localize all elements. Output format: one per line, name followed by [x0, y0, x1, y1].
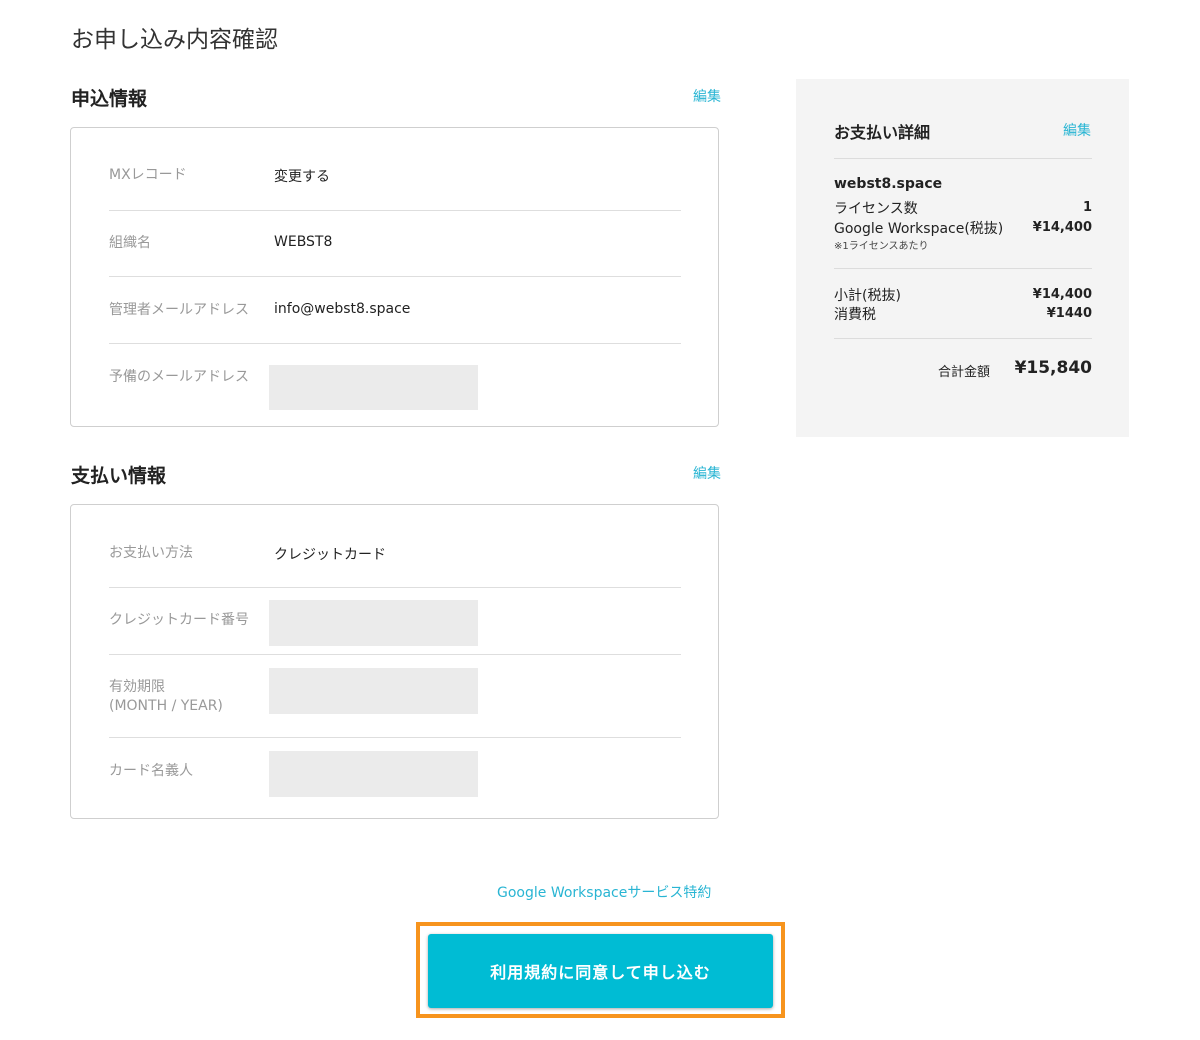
info-label: 管理者メールアドレス — [109, 302, 249, 318]
payment-detail-title: お支払い詳細 — [834, 123, 931, 142]
license-count-value: 1 — [1082, 200, 1092, 215]
cardholder-masked-value — [269, 751, 478, 797]
payment-label: クレジットカード番号 — [109, 612, 249, 628]
application-info-edit-link[interactable]: 編集 — [693, 86, 721, 106]
divider — [109, 587, 681, 588]
divider — [834, 268, 1092, 269]
submit-highlight-frame: 利用規約に同意して申し込む — [416, 922, 785, 1018]
agree-and-submit-button[interactable]: 利用規約に同意して申し込む — [428, 934, 773, 1008]
page-title: お申し込み内容確認 — [71, 27, 278, 53]
total-label: 合計金額 — [938, 365, 991, 380]
info-label: MXレコード — [109, 167, 187, 183]
divider — [109, 654, 681, 655]
payment-label: 有効期限 — [109, 679, 165, 695]
payment-label: お支払い方法 — [109, 545, 193, 561]
payment-label: カード名義人 — [109, 763, 193, 779]
payment-info-edit-link[interactable]: 編集 — [693, 463, 721, 483]
subtotal-value: ¥14,400 — [1032, 287, 1092, 302]
backup-email-masked-value — [269, 365, 478, 410]
divider — [109, 343, 681, 344]
license-count-label: ライセンス数 — [834, 201, 918, 217]
divider — [834, 158, 1092, 159]
payment-value: クレジットカード — [274, 547, 386, 563]
expiry-masked-value — [269, 668, 478, 714]
info-value: info@webst8.space — [274, 301, 411, 317]
product-note: ※1ライセンスあたり — [834, 241, 929, 252]
divider — [109, 210, 681, 211]
payment-info-title: 支払い情報 — [71, 465, 167, 487]
info-value: 変更する — [274, 169, 330, 185]
card-number-masked-value — [269, 600, 478, 646]
tax-value: ¥1440 — [1046, 306, 1092, 321]
product-label: Google Workspace(税抜) — [834, 221, 1004, 237]
tax-label: 消費税 — [834, 307, 876, 323]
subtotal-label: 小計(税抜) — [834, 288, 901, 304]
application-info-card: MXレコード 変更する 組織名 WEBST8 管理者メールアドレス info@w… — [70, 127, 719, 427]
service-terms-link[interactable]: Google Workspaceサービス特約 — [497, 882, 711, 902]
domain-name: webst8.space — [834, 176, 943, 192]
payment-detail-panel: お支払い詳細 編集 webst8.space ライセンス数 1 Google W… — [796, 79, 1129, 437]
info-value: WEBST8 — [274, 234, 333, 250]
application-info-title: 申込情報 — [71, 88, 148, 110]
divider — [109, 276, 681, 277]
total-value: ¥15,840 — [1014, 358, 1092, 378]
info-label: 組織名 — [109, 235, 151, 251]
product-price: ¥14,400 — [1032, 220, 1092, 235]
divider — [109, 737, 681, 738]
payment-label-sub: (MONTH / YEAR) — [109, 698, 223, 714]
payment-detail-edit-link[interactable]: 編集 — [1063, 120, 1091, 140]
info-label: 予備のメールアドレス — [109, 369, 249, 385]
payment-info-card: お支払い方法 クレジットカード クレジットカード番号 有効期限 (MONTH /… — [70, 504, 719, 819]
divider — [834, 338, 1092, 339]
